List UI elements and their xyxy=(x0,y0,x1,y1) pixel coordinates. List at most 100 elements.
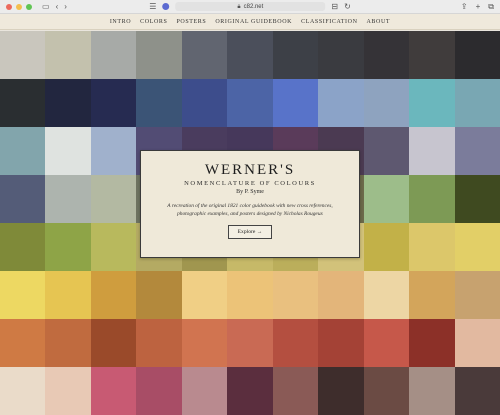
url-text: c82.net xyxy=(243,3,264,10)
color-swatch[interactable] xyxy=(454,319,500,367)
color-swatch[interactable] xyxy=(409,127,455,175)
nav-original-guidebook[interactable]: ORIGINAL GUIDEBOOK xyxy=(215,19,292,25)
color-swatch[interactable] xyxy=(409,31,455,79)
color-swatch[interactable] xyxy=(227,319,273,367)
color-swatch[interactable] xyxy=(454,175,500,223)
color-swatch[interactable] xyxy=(45,127,91,175)
color-swatch[interactable] xyxy=(90,175,137,223)
sidebar-icon[interactable]: ▭ xyxy=(42,0,50,14)
color-swatch[interactable] xyxy=(181,319,228,367)
color-swatch[interactable] xyxy=(363,31,410,79)
color-swatch[interactable] xyxy=(409,223,455,271)
tabs-icon[interactable]: ⧉ xyxy=(488,0,494,14)
color-swatch[interactable] xyxy=(0,223,46,271)
nav-colors[interactable]: COLORS xyxy=(140,19,167,25)
color-swatch[interactable] xyxy=(90,79,137,127)
color-swatch[interactable] xyxy=(454,127,500,175)
window-controls xyxy=(6,3,32,10)
color-swatch[interactable] xyxy=(409,367,455,415)
nav-posters[interactable]: POSTERS xyxy=(176,19,206,25)
color-swatch[interactable] xyxy=(318,319,364,367)
color-swatch[interactable] xyxy=(136,31,182,79)
color-swatch[interactable] xyxy=(181,271,228,319)
tab-overview-icon[interactable]: ☰ xyxy=(149,0,156,14)
color-swatch[interactable] xyxy=(45,175,91,223)
color-swatch[interactable] xyxy=(90,271,137,319)
color-swatch[interactable] xyxy=(45,367,91,415)
color-swatch[interactable] xyxy=(0,31,46,79)
color-swatch[interactable] xyxy=(272,367,319,415)
color-swatch[interactable] xyxy=(227,271,273,319)
color-swatch[interactable] xyxy=(363,175,410,223)
author-byline: By P. Syme xyxy=(236,189,264,195)
color-swatch[interactable] xyxy=(181,367,228,415)
color-swatch[interactable] xyxy=(454,223,500,271)
color-swatch[interactable] xyxy=(272,271,319,319)
nav-classification[interactable]: CLASSIFICATION xyxy=(301,19,357,25)
color-swatch[interactable] xyxy=(363,367,410,415)
color-swatch[interactable] xyxy=(90,319,137,367)
color-swatch[interactable] xyxy=(272,79,319,127)
color-swatch[interactable] xyxy=(227,79,273,127)
color-swatch[interactable] xyxy=(0,127,46,175)
color-swatch[interactable] xyxy=(45,79,91,127)
back-icon[interactable]: ‹ xyxy=(56,0,59,14)
share-icon[interactable]: ⇪ xyxy=(461,0,468,14)
color-swatch[interactable] xyxy=(363,127,410,175)
color-swatch[interactable] xyxy=(363,223,410,271)
color-swatch[interactable] xyxy=(409,271,455,319)
color-swatch[interactable] xyxy=(454,31,500,79)
color-swatch[interactable] xyxy=(0,319,46,367)
site-favicon xyxy=(162,3,170,10)
nav-about[interactable]: ABOUT xyxy=(367,19,391,25)
site-nav: INTRO COLORS POSTERS ORIGINAL GUIDEBOOK … xyxy=(0,14,500,30)
color-swatch[interactable] xyxy=(227,367,273,415)
forward-icon[interactable]: › xyxy=(64,0,67,14)
color-swatch[interactable] xyxy=(181,79,228,127)
color-swatch[interactable] xyxy=(136,79,182,127)
color-swatch[interactable] xyxy=(45,319,91,367)
color-swatch[interactable] xyxy=(363,271,410,319)
color-swatch[interactable] xyxy=(454,271,500,319)
color-swatch[interactable] xyxy=(45,31,91,79)
color-swatch[interactable] xyxy=(363,319,410,367)
hero-card: WERNER'S NOMENCLATURE OF COLOURS By P. S… xyxy=(140,150,360,258)
color-swatch[interactable] xyxy=(318,79,364,127)
color-swatch[interactable] xyxy=(181,31,228,79)
explore-button[interactable]: Explore → xyxy=(227,225,273,239)
color-swatch[interactable] xyxy=(0,271,46,319)
color-swatch[interactable] xyxy=(136,271,182,319)
color-swatch[interactable] xyxy=(409,79,455,127)
color-swatch[interactable] xyxy=(318,367,364,415)
minimize-window-button[interactable] xyxy=(16,3,22,10)
color-swatch[interactable] xyxy=(90,223,137,271)
color-swatch[interactable] xyxy=(45,271,91,319)
reader-icon[interactable]: ⊟ xyxy=(331,0,338,14)
color-swatch[interactable] xyxy=(90,367,137,415)
new-tab-icon[interactable]: + xyxy=(476,0,481,14)
color-swatch[interactable] xyxy=(363,79,410,127)
color-swatch[interactable] xyxy=(0,367,46,415)
color-swatch[interactable] xyxy=(136,367,182,415)
color-swatch[interactable] xyxy=(454,79,500,127)
color-swatch[interactable] xyxy=(90,127,137,175)
zoom-window-button[interactable] xyxy=(26,3,32,10)
color-swatch[interactable] xyxy=(0,79,46,127)
color-swatch[interactable] xyxy=(409,319,455,367)
reload-icon[interactable]: ↻ xyxy=(344,0,351,14)
color-swatch[interactable] xyxy=(409,175,455,223)
color-swatch[interactable] xyxy=(272,31,319,79)
color-swatch[interactable] xyxy=(90,31,137,79)
color-swatch[interactable] xyxy=(318,271,364,319)
color-swatch[interactable] xyxy=(45,223,91,271)
close-window-button[interactable] xyxy=(6,3,12,10)
color-swatch[interactable] xyxy=(272,319,319,367)
color-swatch[interactable] xyxy=(227,31,273,79)
color-swatch[interactable] xyxy=(0,175,46,223)
address-bar[interactable]: 🔒︎ c82.net xyxy=(175,2,326,11)
nav-intro[interactable]: INTRO xyxy=(110,19,131,25)
color-swatch[interactable] xyxy=(454,367,500,415)
color-swatch[interactable] xyxy=(136,319,182,367)
color-swatch[interactable] xyxy=(318,31,364,79)
page-title: WERNER'S xyxy=(204,162,296,178)
